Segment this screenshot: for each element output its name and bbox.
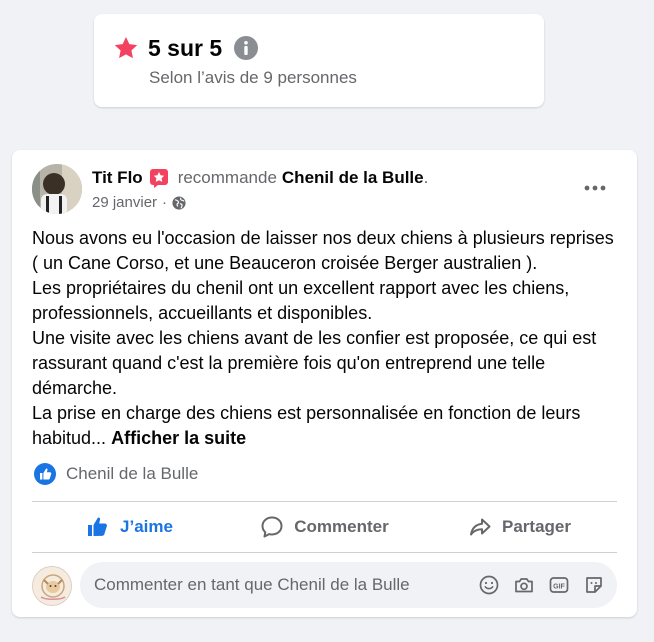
post-actions: J’aime Commenter Partager — [32, 502, 617, 552]
rating-score: 5 sur 5 — [148, 34, 223, 61]
like-icon — [34, 463, 56, 485]
more-options-icon[interactable] — [581, 178, 609, 198]
author-avatar[interactable] — [32, 164, 82, 214]
post-paragraph: Nous avons eu l'occasion de laisser nos … — [32, 228, 614, 273]
post-date[interactable]: 29 janvier — [92, 194, 157, 211]
author-line: Tit Flo recommande Chenil de la Bulle . — [92, 168, 428, 188]
comment-button[interactable]: Commenter — [227, 502, 422, 552]
comment-placeholder: Commenter en tant que Chenil de la Bulle — [94, 575, 410, 594]
recommends-verb: recommande — [177, 168, 277, 187]
comment-label: Commenter — [294, 517, 389, 536]
author-name[interactable]: Tit Flo — [92, 168, 143, 188]
info-icon[interactable] — [234, 36, 259, 60]
share-label: Partager — [502, 517, 571, 536]
post-meta: 29 janvier · — [92, 194, 186, 211]
rating-summary-card: 5 sur 5 Selon l’avis de 9 personnes — [94, 14, 544, 107]
like-button[interactable]: J’aime — [32, 502, 227, 552]
emoji-icon[interactable] — [478, 574, 500, 596]
comment-input[interactable]: Commenter en tant que Chenil de la Bulle… — [80, 562, 617, 608]
post-header: Tit Flo recommande Chenil de la Bulle . … — [32, 164, 617, 216]
globe-icon — [172, 195, 186, 210]
review-post: Tit Flo recommande Chenil de la Bulle . … — [12, 150, 637, 617]
recommended-page-tag[interactable]: Chenil de la Bulle — [34, 463, 198, 485]
recommended-page-link[interactable]: Chenil de la Bulle — [282, 168, 424, 188]
rating-row: 5 sur 5 — [114, 34, 524, 62]
meta-separator: · — [162, 194, 168, 211]
sticker-icon[interactable] — [583, 574, 605, 596]
share-icon — [470, 518, 491, 536]
commenter-avatar[interactable] — [32, 566, 72, 606]
recommend-badge-icon — [149, 169, 168, 188]
thumbs-up-icon — [88, 517, 107, 536]
comment-icon — [261, 516, 283, 538]
camera-icon[interactable] — [513, 574, 535, 596]
share-button[interactable]: Partager — [422, 502, 617, 552]
divider — [32, 552, 617, 553]
post-text: Nous avons eu l'occasion de laisser nos … — [32, 226, 622, 451]
like-label: J’aime — [120, 517, 173, 536]
rating-subtitle: Selon l’avis de 9 personnes — [149, 68, 357, 87]
comment-composer: Commenter en tant que Chenil de la Bulle… — [32, 562, 617, 608]
post-paragraph: Les propriétaires du chenil ont un excel… — [32, 278, 570, 323]
page-tag-label: Chenil de la Bulle — [66, 464, 199, 483]
post-paragraph: Une visite avec les chiens avant de les … — [32, 328, 597, 398]
post-paragraph-truncated: La prise en charge des chiens est person… — [32, 401, 622, 451]
svg-text:GIF: GIF — [553, 583, 565, 590]
gif-icon[interactable]: GIF — [548, 574, 570, 596]
see-more-link[interactable]: Afficher la suite — [111, 428, 246, 448]
sentence-period: . — [423, 168, 429, 187]
comment-tools: GIF — [465, 574, 605, 596]
star-icon — [114, 36, 138, 59]
